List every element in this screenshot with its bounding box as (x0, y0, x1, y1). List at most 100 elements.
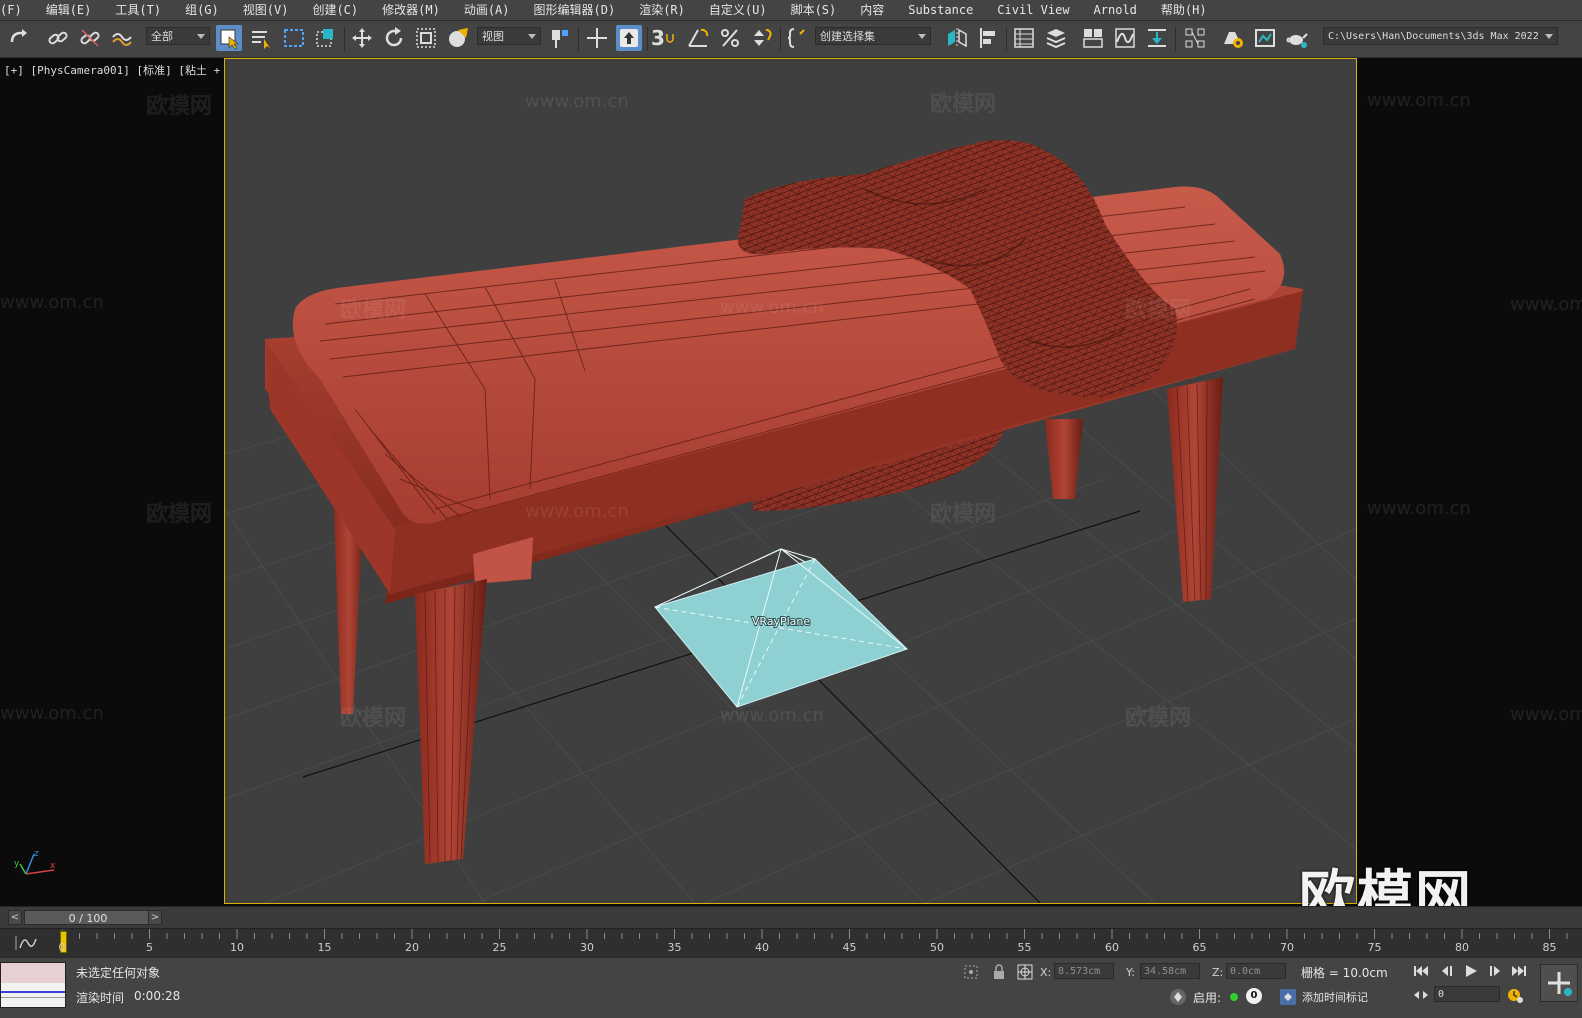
schematic-view-button[interactable] (1144, 25, 1170, 51)
menu-item-2[interactable]: 工具(T) (103, 0, 173, 20)
time-slider[interactable]: < 0 / 100 > (0, 906, 1582, 929)
y-coordinate-field[interactable]: 34.58cm (1140, 963, 1200, 979)
svg-text:x: x (50, 861, 56, 871)
perspective-viewport[interactable]: VRayPlane www.om.cn 欧模网 欧模网 www.om.cn 欧模… (224, 58, 1357, 904)
time-slider-thumb[interactable]: 0 / 100 (24, 910, 152, 925)
viewport-label[interactable]: [+] [PhysCamera001] [标准] [粘土 + 边面] (4, 62, 255, 78)
vray-plane-light[interactable] (654, 548, 908, 708)
render-production-button[interactable] (1284, 25, 1310, 51)
percent-snap-button[interactable] (717, 25, 743, 51)
adaptive-degradation-icon[interactable] (1168, 987, 1188, 1007)
select-manipulate-button[interactable] (584, 25, 610, 51)
go-to-end-button[interactable] (1510, 962, 1528, 980)
mini-curve-editor-icon[interactable] (14, 933, 44, 953)
menu-item-6[interactable]: 修改器(M) (370, 0, 452, 20)
menu-item-8[interactable]: 图形编辑器(D) (522, 0, 628, 20)
previous-frame-button[interactable] (1438, 962, 1456, 980)
rect-select-region-button[interactable] (281, 25, 307, 51)
maxscript-listener-preview[interactable] (0, 962, 66, 1008)
link-button[interactable] (45, 25, 71, 51)
bind-space-warp-button[interactable] (109, 25, 135, 51)
next-frame-button[interactable] (1486, 962, 1504, 980)
menu-item-15[interactable]: Arnold (1082, 0, 1149, 20)
watermark-url: www.om.cn (525, 91, 629, 112)
go-to-start-button[interactable] (1412, 962, 1430, 980)
select-object-button[interactable] (216, 25, 242, 51)
time-slider-prev-button[interactable]: < (8, 910, 22, 925)
time-slider-next-button[interactable]: > (148, 910, 162, 925)
play-button[interactable] (1462, 962, 1480, 980)
scale-icon (416, 28, 436, 48)
absolute-mode-icon[interactable] (1016, 963, 1034, 981)
menu-item-0[interactable]: (F) (0, 0, 34, 20)
layer-explorer-button[interactable] (1043, 25, 1069, 51)
named-selection-set-dropdown[interactable]: 创建选择集 (815, 27, 931, 45)
toolbar-separator (647, 27, 648, 51)
frame-tick-label: 50 (930, 941, 944, 954)
menu-item-3[interactable]: 组(G) (173, 0, 231, 20)
current-frame-field[interactable]: 0 (1434, 986, 1500, 1002)
scene-canvas[interactable]: VRayPlane www.om.cn 欧模网 欧模网 www.om.cn 欧模… (225, 59, 1356, 903)
menu-item-7[interactable]: 动画(A) (452, 0, 522, 20)
render-setup-button[interactable] (1220, 25, 1246, 51)
pivot-icon (552, 30, 568, 48)
select-by-name-button[interactable] (248, 25, 274, 51)
mirror-button[interactable] (944, 25, 970, 51)
curve-editor-button[interactable] (1112, 25, 1138, 51)
menu-item-1[interactable]: 编辑(E) (34, 0, 104, 20)
menu-item-14[interactable]: Civil View (985, 0, 1081, 20)
key-mode-toggle[interactable] (1412, 986, 1430, 1004)
frame-tick-label: 55 (1017, 941, 1032, 954)
scene-explorer-button[interactable] (1011, 25, 1037, 51)
vray-plane-label: VRayPlane (752, 615, 811, 628)
scale-button[interactable] (413, 25, 439, 51)
keyboard-shortcut-override-button[interactable] (616, 25, 642, 51)
selection-filter-dropdown[interactable]: 全部 (146, 27, 210, 45)
unlink-button[interactable] (77, 25, 103, 51)
spinner-snap-button[interactable] (749, 25, 775, 51)
frame-window-icon (1255, 29, 1275, 47)
rendered-frame-window-button[interactable] (1252, 25, 1278, 51)
menu-item-11[interactable]: 脚本(S) (779, 0, 849, 20)
menu-item-4[interactable]: 视图(V) (231, 0, 301, 20)
menu-item-12[interactable]: 内容 (848, 0, 896, 20)
angle-snap-icon (688, 28, 709, 47)
menu-item-16[interactable]: 帮助(H) (1149, 0, 1219, 20)
toggle-ribbon-button[interactable] (1080, 25, 1106, 51)
dashed-rect-icon (284, 29, 304, 47)
reference-coordinate-dropdown[interactable]: 视图 (477, 27, 541, 45)
add-time-tag-icon[interactable] (1278, 987, 1298, 1007)
redo-button[interactable] (6, 25, 32, 51)
pivot-point-button[interactable] (547, 25, 573, 51)
angle-snap-button[interactable] (685, 25, 711, 51)
window-crossing-icon (316, 29, 333, 47)
menu-item-10[interactable]: 自定义(U) (697, 0, 779, 20)
chevron-down-icon (1545, 34, 1553, 39)
time-configuration-icon[interactable] (1506, 986, 1524, 1004)
viewport-navigation-button[interactable] (1540, 964, 1578, 1002)
snaps-toggle-button[interactable]: 3 (651, 25, 677, 51)
menu-item-9[interactable]: 渲染(R) (627, 0, 697, 20)
placement-button[interactable] (445, 25, 471, 51)
menu-item-13[interactable]: Substance (896, 0, 985, 20)
frame-tick-label: 0 (58, 941, 66, 954)
x-coordinate-field[interactable]: 8.573cm (1054, 963, 1114, 979)
curve-editor-icon (1115, 28, 1135, 48)
project-folder-dropdown[interactable]: C:\Users\Han\Documents\3ds Max 2022 (1323, 27, 1558, 45)
align-button[interactable] (976, 25, 1002, 51)
edit-named-selection-button[interactable] (785, 25, 811, 51)
add-time-tag-text[interactable]: 添加时间标记 (1302, 989, 1368, 1005)
material-editor-button[interactable] (1182, 25, 1208, 51)
move-button[interactable] (349, 25, 375, 51)
selection-lock-icon[interactable] (990, 963, 1008, 981)
chevron-down-icon (918, 34, 926, 39)
chevron-down-icon (197, 34, 205, 39)
isolate-selection-icon[interactable] (962, 963, 980, 981)
enable-count-badge[interactable]: 0 (1246, 988, 1262, 1004)
menu-item-5[interactable]: 创建(C) (300, 0, 370, 20)
z-coordinate-field[interactable]: 0.0cm (1226, 963, 1286, 979)
mirror-icon (948, 28, 967, 48)
window-crossing-button[interactable] (313, 25, 339, 51)
track-bar[interactable]: 0 5 10 15 20 25 30 35 40 45 50 55 60 65 70 75 80 85 (0, 928, 1582, 957)
rotate-button[interactable] (381, 25, 407, 51)
